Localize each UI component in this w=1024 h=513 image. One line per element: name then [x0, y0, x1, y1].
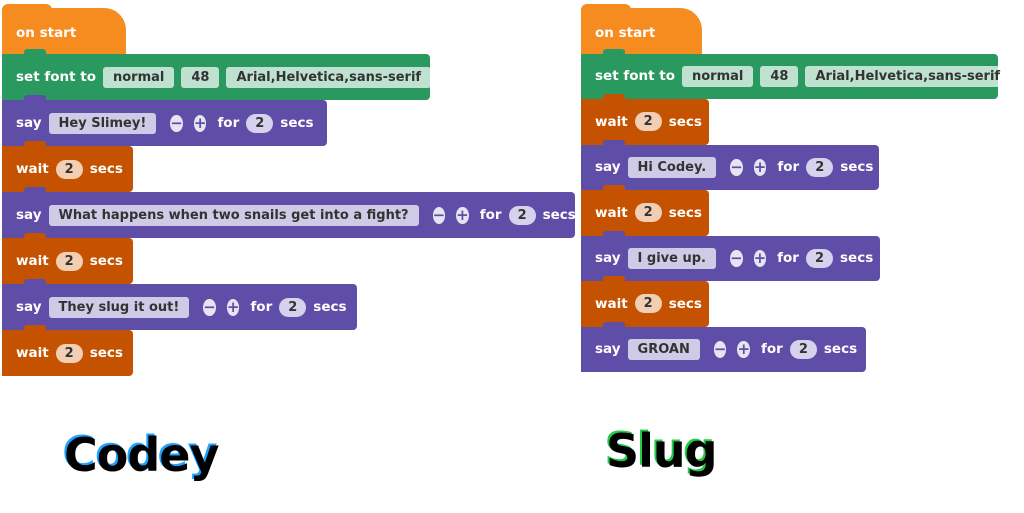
wait-block[interactable]: wait 2 secs — [581, 185, 709, 236]
say-label: say — [16, 299, 42, 315]
set-font-block[interactable]: set font to normal 48 Arial,Helvetica,sans-… — [2, 49, 432, 100]
font-size-field[interactable]: 48 — [760, 65, 799, 87]
secs-field[interactable]: 2 — [789, 339, 817, 359]
wait-label: wait — [595, 113, 628, 130]
on-start-label: on start — [595, 24, 656, 41]
codey-script: on start set font to normal 48 Arial,Helveti… — [2, 4, 576, 376]
secs-field[interactable]: 2 — [806, 157, 834, 177]
wait-label: wait — [595, 204, 628, 221]
for-label: for — [761, 341, 783, 358]
wait-label: wait — [16, 161, 49, 177]
say-label: say — [595, 250, 621, 267]
for-label: for — [250, 299, 273, 315]
secs-label: secs — [668, 113, 702, 130]
minus-icon[interactable]: − — [203, 298, 216, 316]
say-block[interactable]: say Hi Codey. − + for 2 secs — [581, 139, 879, 190]
wait-secs-field[interactable]: 2 — [634, 294, 662, 314]
plus-icon[interactable]: + — [193, 114, 207, 132]
say-block[interactable]: say What happens when two snails get into… — [2, 187, 576, 238]
say-block[interactable]: say GROAN − + for 2 secs — [581, 321, 866, 372]
secs-label: secs — [313, 299, 347, 315]
plus-icon[interactable]: + — [753, 158, 767, 176]
wait-label: wait — [16, 345, 49, 361]
set-font-label: set font to — [595, 68, 675, 85]
say-block[interactable]: say Hey Slimey! − + for 2 secs — [2, 95, 327, 146]
wait-secs-field[interactable]: 2 — [634, 203, 662, 223]
say-label: say — [16, 207, 42, 223]
secs-label: secs — [542, 207, 576, 223]
secs-label: secs — [668, 204, 702, 221]
for-label: for — [777, 250, 799, 267]
secs-field[interactable]: 2 — [805, 248, 833, 268]
say-text-field[interactable]: Hey Slimey! — [48, 112, 157, 134]
wait-label: wait — [16, 253, 49, 269]
say-text-field[interactable]: They slug it out! — [48, 296, 190, 318]
minus-icon[interactable]: − — [432, 206, 446, 224]
say-label: say — [595, 159, 621, 176]
wait-label: wait — [595, 295, 628, 312]
wait-block[interactable]: wait 2 secs — [581, 94, 709, 145]
wait-secs-field[interactable]: 2 — [55, 159, 83, 179]
secs-label: secs — [840, 159, 874, 176]
secs-label: secs — [89, 345, 123, 361]
secs-label: secs — [840, 250, 874, 267]
slug-script: on start set font to normal 48 Arial,Helveti… — [581, 4, 1011, 372]
wait-block[interactable]: wait 2 secs — [2, 233, 133, 284]
wait-block[interactable]: wait 2 secs — [581, 276, 709, 327]
for-label: for — [777, 159, 800, 176]
secs-field[interactable]: 2 — [246, 113, 274, 133]
plus-icon[interactable]: + — [226, 298, 240, 316]
minus-icon[interactable]: − — [170, 114, 183, 132]
minus-icon[interactable]: − — [730, 158, 743, 176]
wait-secs-field[interactable]: 2 — [55, 251, 83, 271]
wait-block[interactable]: wait 2 secs — [2, 325, 133, 376]
wait-secs-field[interactable]: 2 — [55, 343, 83, 363]
secs-label: secs — [89, 161, 123, 177]
say-text-field[interactable]: What happens when two snails get into a … — [48, 204, 419, 226]
secs-field[interactable]: 2 — [279, 297, 307, 317]
say-block[interactable]: say I give up. − + for 2 secs — [581, 230, 880, 281]
slug-title: Slug — [606, 424, 718, 478]
set-font-block[interactable]: set font to normal 48 Arial,Helvetica,sans-… — [581, 48, 1011, 99]
wait-block[interactable]: wait 2 secs — [2, 141, 133, 192]
plus-icon[interactable]: + — [456, 206, 469, 224]
font-family-field[interactable]: Arial,Helvetica,sans-serif — [226, 66, 432, 88]
say-block[interactable]: say They slug it out! − + for 2 secs — [2, 279, 357, 330]
font-size-field[interactable]: 48 — [181, 66, 220, 88]
say-label: say — [16, 115, 42, 131]
on-start-block[interactable]: on start — [2, 4, 126, 54]
minus-icon[interactable]: − — [713, 340, 727, 358]
font-style-field[interactable]: normal — [103, 66, 175, 88]
for-label: for — [479, 207, 502, 223]
minus-icon[interactable]: − — [729, 249, 743, 267]
secs-label: secs — [280, 115, 314, 131]
say-text-field[interactable]: I give up. — [627, 247, 716, 269]
font-family-field[interactable]: Arial,Helvetica,sans-serif — [805, 65, 1011, 87]
secs-label: secs — [823, 341, 858, 358]
font-style-field[interactable]: normal — [682, 65, 754, 87]
plus-icon[interactable]: + — [737, 340, 751, 358]
codey-title: Codey — [64, 428, 219, 482]
plus-icon[interactable]: + — [753, 249, 767, 267]
say-label: say — [595, 341, 621, 358]
secs-field[interactable]: 2 — [508, 205, 536, 225]
for-label: for — [217, 115, 240, 131]
set-font-label: set font to — [16, 69, 96, 85]
say-text-field[interactable]: Hi Codey. — [627, 156, 717, 178]
on-start-label: on start — [16, 25, 77, 41]
secs-label: secs — [89, 253, 123, 269]
on-start-block[interactable]: on start — [581, 4, 702, 54]
secs-label: secs — [668, 295, 702, 312]
say-text-field[interactable]: GROAN — [627, 338, 700, 360]
wait-secs-field[interactable]: 2 — [634, 112, 662, 132]
